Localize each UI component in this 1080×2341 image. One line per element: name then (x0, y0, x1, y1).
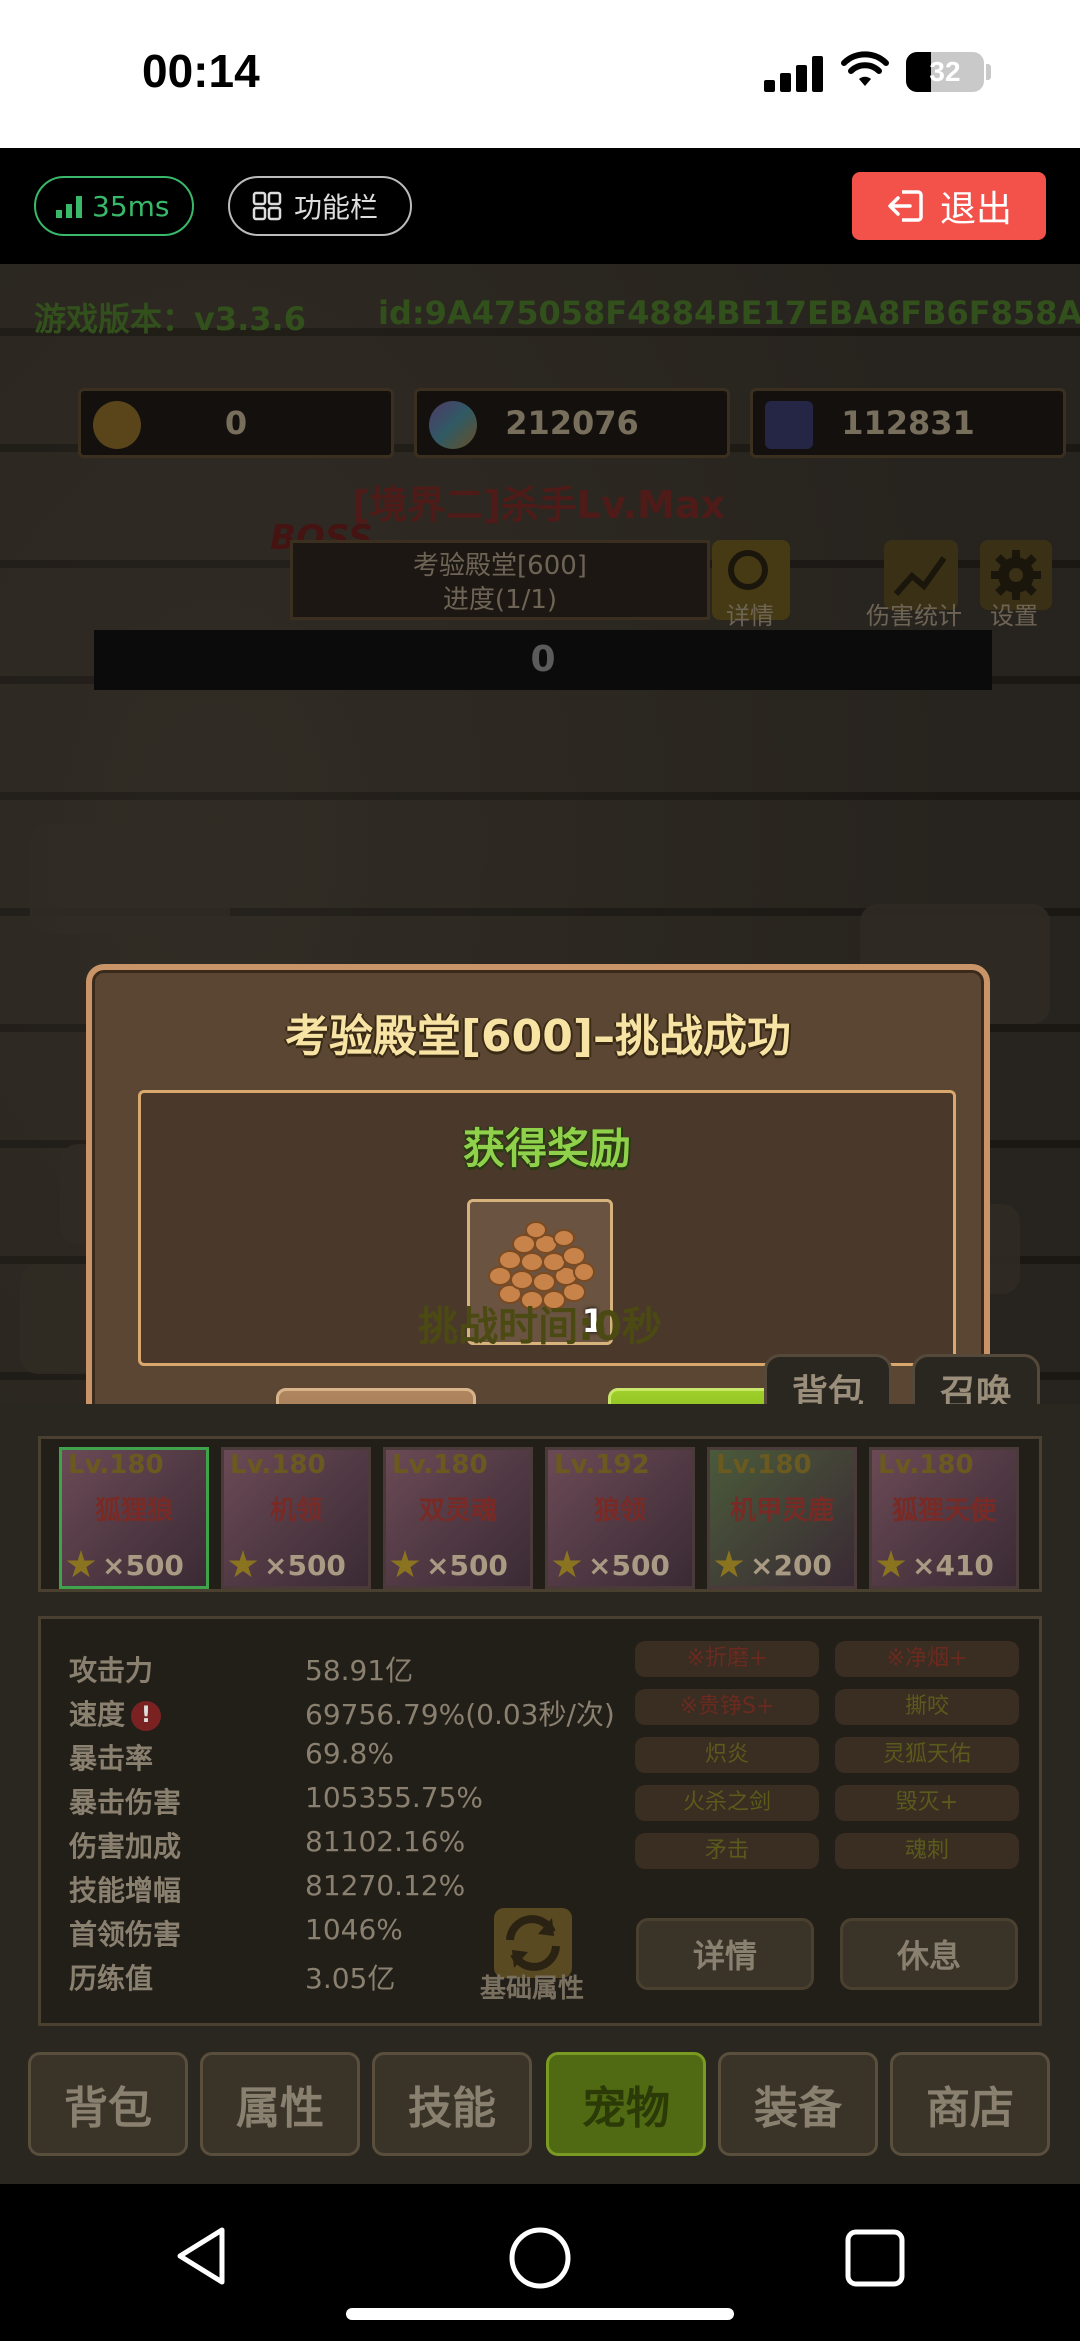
pet-name: 狐狸天使 (891, 1496, 996, 1526)
latency-icon (56, 194, 82, 218)
stat-label: 暴击率 (69, 1742, 154, 1775)
stat-value: 58.91亿 (305, 1654, 414, 1687)
pet-list: Lv.180 狐狸狼 ×500 Lv.180 机领 ×500 Lv.180 双灵… (38, 1436, 1042, 1592)
star-icon (714, 1550, 744, 1578)
stat-value: 81102.16% (305, 1825, 466, 1858)
reward-title: 获得奖励 (462, 1124, 631, 1173)
recents-icon[interactable] (844, 2228, 906, 2288)
stat-value: 3.05亿 (305, 1962, 396, 1995)
pet-count: ×500 (102, 1549, 184, 1582)
pet-level: Lv.180 (392, 1450, 488, 1480)
grid-icon (252, 191, 282, 221)
nav-equipment[interactable]: 装备 (718, 2052, 878, 2156)
skill-tag[interactable]: ※净烟+ (835, 1641, 1019, 1677)
pet-name: 机领 (269, 1496, 322, 1526)
stat-label: 技能增幅 (69, 1874, 182, 1907)
skill-tag[interactable]: ※贵铮S+ (635, 1689, 819, 1725)
pet-count: ×200 (750, 1549, 832, 1582)
stat-label: 首领伤害 (69, 1918, 182, 1951)
stats-detail-button[interactable]: 详情 (636, 1918, 814, 1990)
ping-value: 35ms (92, 189, 170, 223)
exit-button[interactable]: 退出 (852, 172, 1046, 240)
stat-label: 速度 (69, 1698, 126, 1731)
function-bar-button[interactable]: 功能栏 (228, 176, 412, 236)
pet-count: ×500 (264, 1549, 346, 1582)
bottom-nav: 背包 属性 技能 宠物 装备 商店 (0, 2052, 1080, 2172)
pet-level: Lv.180 (230, 1450, 326, 1480)
exit-icon (888, 190, 923, 222)
challenge-time: 挑战时间:0秒 (418, 1304, 662, 1350)
screen: 00:14 32 35ms 功能栏 退出 游戏版本：v3.3.6 id:9A47… (0, 0, 1080, 2341)
nav-attributes[interactable]: 属性 (200, 2052, 360, 2156)
back-icon[interactable] (172, 2224, 232, 2288)
skill-tag[interactable]: 矛击 (635, 1833, 819, 1869)
nav-skills[interactable]: 技能 (372, 2052, 532, 2156)
pet-name: 狼领 (593, 1496, 646, 1526)
pet-count: ×410 (912, 1549, 994, 1582)
base-attr-label: 基础属性 (480, 1974, 585, 2004)
pet-level: Lv.180 (716, 1450, 812, 1480)
ping-badge[interactable]: 35ms (34, 176, 194, 236)
star-icon (876, 1550, 906, 1578)
stat-label: 暴击伤害 (69, 1786, 182, 1819)
skill-tag[interactable]: 撕咬 (835, 1689, 1019, 1725)
nav-bag[interactable]: 背包 (28, 2052, 188, 2156)
clock: 00:14 (142, 45, 260, 97)
stat-value: 1046% (305, 1913, 403, 1946)
pet-name: 狐狸狼 (94, 1496, 173, 1526)
pet-name: 机甲灵鹿 (729, 1496, 834, 1526)
star-icon (552, 1550, 582, 1578)
stat-label: 攻击力 (69, 1654, 154, 1687)
star-icon (390, 1550, 420, 1578)
skill-tag[interactable]: 灵狐天佑 (835, 1737, 1019, 1773)
pet-name: 双灵魂 (418, 1496, 497, 1526)
battery-icon: 32 (906, 52, 984, 92)
skill-tag[interactable]: 炽炎 (635, 1737, 819, 1773)
stat-label-speed: 速度! (69, 1693, 162, 1733)
nav-pets[interactable]: 宠物 (546, 2052, 706, 2156)
stat-value: 81270.12% (305, 1869, 466, 1902)
nav-shop[interactable]: 商店 (890, 2052, 1050, 2156)
home-indicator[interactable] (346, 2308, 734, 2320)
pet-count: ×500 (426, 1549, 508, 1582)
pet-slot[interactable]: Lv.180 狐狸天使 ×410 (869, 1447, 1019, 1589)
signal-icon (764, 56, 824, 92)
stat-value: 105355.75% (305, 1781, 484, 1814)
status-bar: 00:14 32 (0, 0, 1080, 148)
exit-label: 退出 (939, 189, 1012, 230)
warning-icon[interactable]: ! (131, 1701, 162, 1731)
pet-level: Lv.192 (554, 1450, 650, 1480)
pet-slot[interactable]: Lv.180 机领 ×500 (221, 1447, 371, 1589)
rest-button[interactable]: 休息 (840, 1918, 1018, 1990)
pet-level: Lv.180 (878, 1450, 974, 1480)
stat-value: 69756.79%(0.03秒/次) (305, 1698, 615, 1731)
pet-slot[interactable]: Lv.180 机甲灵鹿 ×200 (707, 1447, 857, 1589)
function-bar-label: 功能栏 (294, 191, 379, 224)
star-icon (228, 1550, 258, 1578)
home-icon[interactable] (508, 2226, 572, 2290)
battery-level: 32 (929, 56, 961, 87)
skill-tag[interactable]: ※折磨+ (635, 1641, 819, 1677)
pet-slot[interactable]: Lv.180 狐狸狼 ×500 (59, 1447, 209, 1589)
pet-slot[interactable]: Lv.180 双灵魂 ×500 (383, 1447, 533, 1589)
wifi-icon (841, 51, 889, 86)
skill-tag[interactable]: 魂刺 (835, 1833, 1019, 1869)
app-toolbar: 35ms 功能栏 退出 (0, 148, 1080, 264)
stat-label: 历练值 (69, 1962, 154, 1995)
pet-count: ×500 (588, 1549, 670, 1582)
pet-slot[interactable]: Lv.192 狼领 ×500 (545, 1447, 695, 1589)
dialog-title: 考验殿堂[600]–挑战成功 (284, 1011, 792, 1062)
skill-tag[interactable]: 毁灭+ (835, 1785, 1019, 1821)
star-icon (66, 1550, 96, 1578)
skill-tag[interactable]: 火杀之剑 (635, 1785, 819, 1821)
stat-value: 69.8% (305, 1737, 394, 1770)
stat-label: 伤害加成 (69, 1830, 182, 1863)
pet-level: Lv.180 (68, 1450, 164, 1480)
